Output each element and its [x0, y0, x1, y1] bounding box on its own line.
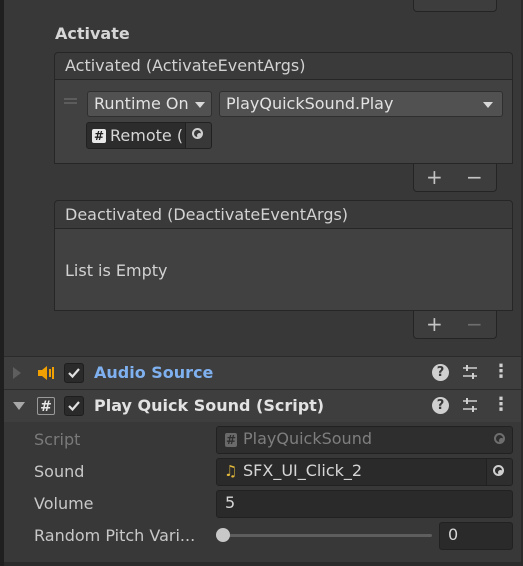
object-picker-button[interactable]: [486, 459, 512, 485]
target-picker-icon: [493, 465, 504, 476]
activated-event-label: Activated (ActivateEventArgs): [65, 56, 306, 75]
script-value: PlayQuickSound: [243, 429, 372, 448]
enabled-checkbox[interactable]: [64, 396, 84, 416]
activated-list-footer: + −: [413, 164, 497, 192]
deactivated-event-label: Deactivated (DeactivateEventArgs): [65, 205, 349, 224]
activate-heading: Activate: [55, 24, 130, 43]
play-quick-sound-component-header[interactable]: # Play Quick Sound (Script) ? ⋮: [4, 389, 521, 422]
remove-button[interactable]: −: [466, 0, 483, 2]
left-border: [0, 0, 4, 566]
volume-label: Volume: [34, 494, 94, 513]
object-picker-button[interactable]: [185, 123, 211, 148]
empty-list-text: List is Empty: [65, 261, 168, 280]
runtime-dropdown[interactable]: Runtime On: [87, 91, 212, 117]
deactivated-event-header: Deactivated (DeactivateEventArgs): [54, 200, 513, 229]
target-picker-icon: [192, 128, 203, 139]
pitch-variance-label: Random Pitch Vari...: [34, 526, 196, 545]
function-value: PlayQuickSound.Play: [226, 94, 394, 113]
add-button[interactable]: +: [426, 167, 443, 187]
enabled-checkbox[interactable]: [64, 363, 84, 383]
pitch-variance-value: 0: [448, 525, 459, 544]
pitch-variance-input[interactable]: 0: [439, 522, 513, 550]
activated-event-header: Activated (ActivateEventArgs): [54, 52, 513, 80]
deactivated-list-footer: + −: [413, 311, 497, 339]
help-icon[interactable]: ?: [432, 364, 449, 381]
sound-label: Sound: [34, 462, 85, 481]
deactivated-event-list: List is Empty: [54, 229, 513, 311]
volume-value: 5: [225, 493, 236, 512]
play-quick-sound-title[interactable]: Play Quick Sound (Script): [94, 396, 324, 415]
pitch-variance-slider-thumb[interactable]: [216, 528, 230, 542]
previous-list-footer: + −: [413, 0, 497, 12]
target-object-value: Remote (: [110, 126, 184, 145]
audio-clip-icon: ♫: [224, 462, 238, 480]
preset-icon[interactable]: [462, 364, 478, 380]
remove-button[interactable]: −: [466, 314, 483, 334]
target-object-field[interactable]: # Remote (: [86, 122, 212, 149]
chevron-down-icon: [195, 102, 205, 108]
script-icon: #: [92, 129, 106, 143]
expand-arrow-icon[interactable]: [13, 367, 21, 379]
sound-value: SFX_UI_Click_2: [243, 461, 363, 480]
help-icon[interactable]: ?: [432, 397, 449, 414]
script-icon: #: [225, 433, 237, 447]
more-options-icon[interactable]: ⋮: [492, 394, 510, 415]
script-label: Script: [34, 430, 81, 449]
target-picker-icon: [494, 433, 505, 444]
add-button[interactable]: +: [426, 314, 443, 334]
drag-handle-icon[interactable]: [64, 98, 77, 104]
speaker-icon: [37, 365, 55, 381]
audio-source-title[interactable]: Audio Source: [94, 363, 213, 382]
bottom-divider: [4, 562, 521, 566]
script-field: # PlayQuickSound: [216, 426, 513, 454]
collapse-arrow-icon[interactable]: [13, 402, 25, 410]
pitch-variance-slider-track[interactable]: [222, 534, 432, 537]
function-dropdown[interactable]: PlayQuickSound.Play: [219, 91, 503, 117]
more-options-icon[interactable]: ⋮: [492, 361, 510, 382]
preset-icon[interactable]: [462, 397, 478, 413]
audio-source-component-header[interactable]: Audio Source ? ⋮: [4, 356, 521, 389]
sound-field[interactable]: ♫ SFX_UI_Click_2: [216, 458, 513, 486]
volume-input[interactable]: 5: [216, 490, 513, 518]
remove-button[interactable]: −: [466, 167, 483, 187]
script-icon: #: [37, 397, 55, 415]
activated-event-list: Runtime On PlayQuickSound.Play # Remote …: [54, 80, 513, 164]
chevron-down-icon: [483, 102, 493, 108]
runtime-value: Runtime On: [94, 94, 189, 113]
add-button[interactable]: +: [426, 0, 443, 2]
